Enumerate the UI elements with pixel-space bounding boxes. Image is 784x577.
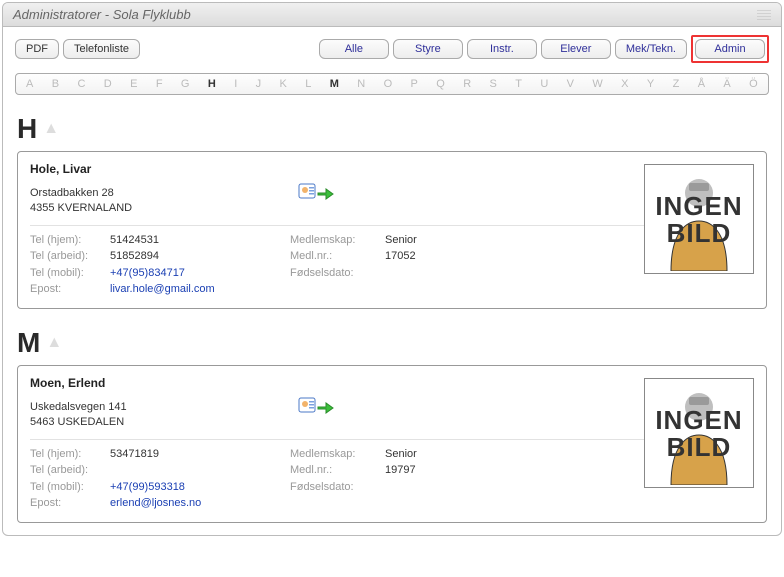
- alpha-letter-B: B: [50, 78, 61, 90]
- tel-hjem-label: Tel (hjem):: [30, 232, 110, 249]
- alpha-letter-U: U: [538, 78, 550, 90]
- medlemskap-label: Medlemskap:: [290, 232, 385, 249]
- filter-styre-button[interactable]: Styre: [393, 39, 463, 59]
- no-image-text: INGENBILD: [645, 193, 753, 248]
- details-right: Medlemskap:Senior Medl.nr.:19797 Fødsels…: [290, 446, 490, 512]
- window-title: Administratorer - Sola Flyklubb: [13, 7, 191, 22]
- alpha-letter-S: S: [488, 78, 499, 90]
- alpha-letter-J: J: [254, 78, 264, 90]
- contact-card: Moen, Erlend Uskedalsvegen 141 5463 USKE…: [17, 365, 767, 523]
- toolbar-left: PDF Telefonliste: [15, 35, 140, 63]
- alpha-letter-L: L: [303, 78, 313, 90]
- alpha-letter-V: V: [565, 78, 576, 90]
- main-window: Administratorer - Sola Flyklubb PDF Tele…: [2, 2, 782, 536]
- medlemskap-value: Senior: [385, 446, 417, 463]
- toolbar: PDF Telefonliste Alle Styre Instr. Eleve…: [3, 27, 781, 73]
- alpha-letter-Ö: Ö: [747, 78, 760, 90]
- admin-highlight-box: Admin: [691, 35, 769, 63]
- alphabet-bar: ABCDEFGHIJKLMNOPQRSTUVWXYZÅÄÖ: [15, 73, 769, 95]
- tel-mobil-label: Tel (mobil):: [30, 479, 110, 496]
- titlebar: Administratorer - Sola Flyklubb: [3, 3, 781, 27]
- alpha-letter-I: I: [232, 78, 239, 90]
- alpha-letter-Ä: Ä: [721, 78, 732, 90]
- filter-elever-button[interactable]: Elever: [541, 39, 611, 59]
- alpha-letter-X: X: [619, 78, 630, 90]
- alpha-letter-Q: Q: [434, 78, 447, 90]
- filter-instr-button[interactable]: Instr.: [467, 39, 537, 59]
- epost-label: Epost:: [30, 495, 110, 512]
- medlnr-value: 17052: [385, 248, 416, 265]
- alpha-letter-Z: Z: [671, 78, 682, 90]
- fodselsdato-label: Fødselsdato:: [290, 265, 385, 282]
- alpha-letter-Å: Å: [696, 78, 707, 90]
- tel-mobil-value[interactable]: +47(95)834717: [110, 265, 185, 282]
- section-header-M: M▲: [17, 327, 781, 359]
- details-left: Tel (hjem):51424531 Tel (arbeid):5185289…: [30, 232, 290, 298]
- tel-hjem-value: 53471819: [110, 446, 159, 463]
- telefonliste-button[interactable]: Telefonliste: [63, 39, 140, 59]
- medlnr-label: Medl.nr.:: [290, 248, 385, 265]
- alpha-letter-E: E: [128, 78, 139, 90]
- details-left: Tel (hjem):53471819 Tel (arbeid): Tel (m…: [30, 446, 290, 512]
- pdf-button[interactable]: PDF: [15, 39, 59, 59]
- tel-hjem-value: 51424531: [110, 232, 159, 249]
- alpha-letter-F: F: [154, 78, 165, 90]
- filter-admin-button[interactable]: Admin: [695, 39, 765, 59]
- alpha-letter-H[interactable]: H: [206, 78, 218, 90]
- filter-alle-button[interactable]: Alle: [319, 39, 389, 59]
- tel-arbeid-value: 51852894: [110, 248, 159, 265]
- tel-mobil-label: Tel (mobil):: [30, 265, 110, 282]
- details-right: Medlemskap:Senior Medl.nr.:17052 Fødsels…: [290, 232, 490, 298]
- alpha-letter-N: N: [355, 78, 367, 90]
- epost-value[interactable]: erlend@ljosnes.no: [110, 495, 201, 512]
- send-contact-icon[interactable]: [298, 182, 334, 207]
- alpha-letter-O: O: [382, 78, 395, 90]
- contact-photo-placeholder: INGENBILD: [644, 164, 754, 274]
- scroll-top-icon[interactable]: ▲: [46, 334, 62, 352]
- toolbar-right: Alle Styre Instr. Elever Mek/Tekn. Admin: [319, 35, 769, 63]
- alpha-letter-C: C: [75, 78, 87, 90]
- medlemskap-value: Senior: [385, 232, 417, 249]
- contact-photo-placeholder: INGENBILD: [644, 378, 754, 488]
- alpha-letter-G: G: [179, 78, 192, 90]
- tel-arbeid-label: Tel (arbeid):: [30, 248, 110, 265]
- alpha-letter-K: K: [278, 78, 289, 90]
- alpha-letter-W: W: [590, 78, 604, 90]
- grip-icon: [757, 10, 771, 20]
- alpha-letter-P: P: [409, 78, 420, 90]
- alpha-letter-T: T: [513, 78, 524, 90]
- alpha-letter-Y: Y: [645, 78, 656, 90]
- tel-arbeid-label: Tel (arbeid):: [30, 462, 110, 479]
- tel-hjem-label: Tel (hjem):: [30, 446, 110, 463]
- medlnr-label: Medl.nr.:: [290, 462, 385, 479]
- no-image-text: INGENBILD: [645, 407, 753, 462]
- scroll-top-icon[interactable]: ▲: [43, 120, 59, 138]
- medlnr-value: 19797: [385, 462, 416, 479]
- medlemskap-label: Medlemskap:: [290, 446, 385, 463]
- epost-label: Epost:: [30, 281, 110, 298]
- send-contact-icon[interactable]: [298, 396, 334, 421]
- alpha-letter-D: D: [102, 78, 114, 90]
- alpha-letter-A: A: [24, 78, 35, 90]
- section-letter: M: [17, 327, 40, 359]
- fodselsdato-label: Fødselsdato:: [290, 479, 385, 496]
- section-letter: H: [17, 113, 37, 145]
- tel-mobil-value[interactable]: +47(99)593318: [110, 479, 185, 496]
- alpha-letter-R: R: [461, 78, 473, 90]
- epost-value[interactable]: livar.hole@gmail.com: [110, 281, 215, 298]
- contact-card: Hole, Livar Orstadbakken 28 4355 KVERNAL…: [17, 151, 767, 309]
- filter-mektekn-button[interactable]: Mek/Tekn.: [615, 39, 687, 59]
- alpha-letter-M[interactable]: M: [328, 78, 341, 90]
- sections-container: H▲ Hole, Livar Orstadbakken 28 4355 KVER…: [3, 113, 781, 523]
- section-header-H: H▲: [17, 113, 781, 145]
